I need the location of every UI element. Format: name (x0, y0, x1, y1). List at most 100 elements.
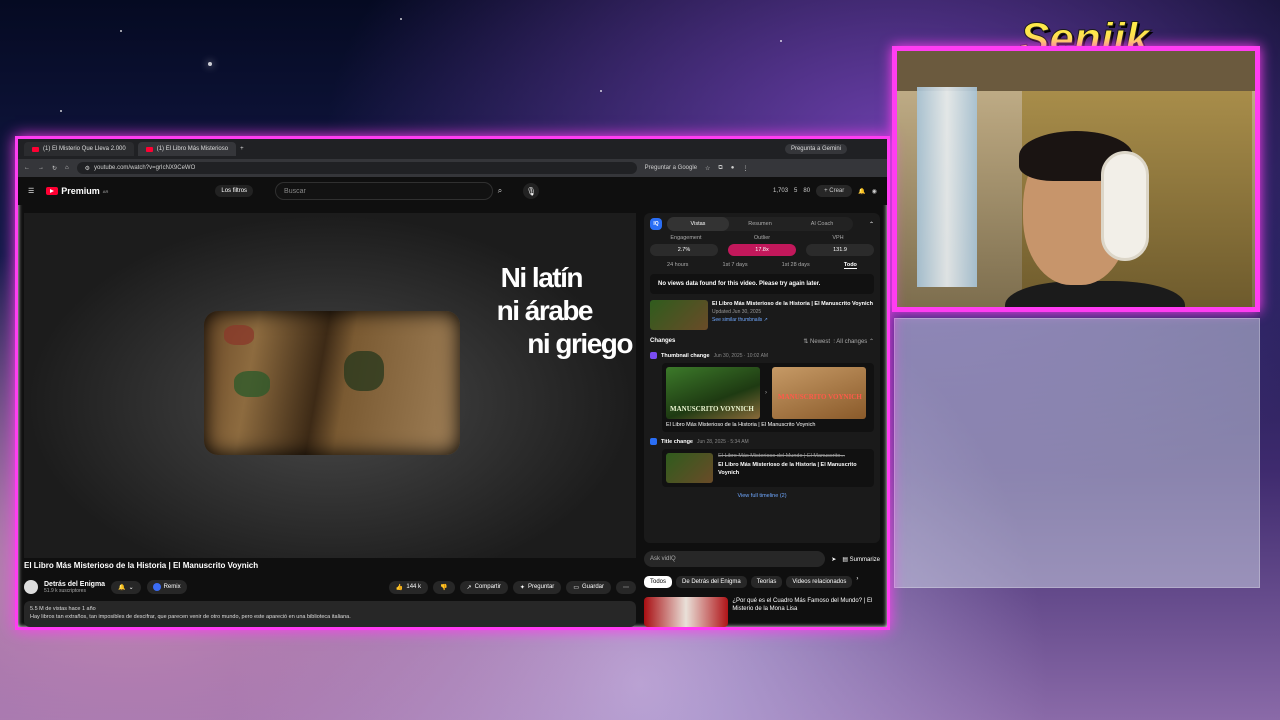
metric-outlier: 17.8x (728, 244, 796, 256)
video-title: El Libro Más Misterioso de la Historia |… (24, 561, 259, 570)
old-thumbnail[interactable]: MANUSCRITO VOYNICH (666, 367, 760, 419)
channel-row: Detrás del Enigma 51.9 k suscriptores 🔔 ⌄… (24, 577, 636, 597)
description-box[interactable]: 5.5 M de vistas hace 1 año Hay libros ta… (24, 601, 636, 627)
microphone-icon[interactable]: 🎙 (523, 183, 540, 199)
filter-dropdown[interactable]: All changes (836, 339, 867, 345)
browser-tab-active[interactable]: (1) El Libro Más Misterioso (137, 142, 237, 156)
youtube-logo[interactable]: Premium AR (46, 186, 108, 196)
remix-button[interactable]: Remix (146, 580, 187, 594)
dislike-button[interactable]: 👎 (433, 580, 455, 594)
recommended-title[interactable]: ¿Por qué es el Cuadro Más Famoso del Mun… (732, 597, 880, 627)
create-button[interactable]: + Crear (816, 185, 853, 197)
reload-icon[interactable]: ↻ (52, 165, 57, 172)
menu-icon[interactable]: ⋮ (742, 165, 748, 172)
tab-title: (1) El Misterio Que Lleva 2.000 (43, 146, 126, 152)
video-player[interactable]: Ni latín ni árabe ni griego (24, 213, 636, 558)
metric-label: VPH (832, 235, 844, 241)
tab-title: (1) El Libro Más Misterioso (156, 146, 229, 152)
browser-tab[interactable]: (1) El Misterio Que Lleva 2.000 (24, 142, 134, 156)
empty-overlay-panel (894, 318, 1260, 588)
account-avatar[interactable]: ◉ (872, 188, 877, 195)
tab-resumen[interactable]: Resumen (729, 217, 791, 231)
new-thumbnail[interactable]: MANUSCRITO VOYNICH (772, 367, 866, 419)
chip-todos[interactable]: Todos (644, 576, 673, 588)
recommended-thumbnail[interactable] (644, 597, 729, 627)
view-timeline-link[interactable]: View full timeline (2) (650, 493, 874, 499)
forward-icon[interactable]: → (38, 165, 44, 171)
send-icon[interactable]: ➤ (831, 556, 836, 563)
metric-label: Engagement (670, 235, 702, 241)
remix-label: Remix (163, 584, 181, 590)
search-input[interactable]: Buscar (275, 182, 494, 200)
shirt (1005, 281, 1185, 307)
summarize-button[interactable]: ▤ Summarize (842, 556, 880, 563)
logo-country: AR (102, 188, 109, 194)
back-icon[interactable]: ← (24, 165, 30, 171)
profile-icon[interactable]: ● (731, 165, 735, 171)
tab-ai-coach[interactable]: AI Coach (791, 217, 853, 231)
overlay-line: ni griego (527, 328, 633, 359)
save-button[interactable]: ▭ Guardar (566, 580, 611, 594)
tab-vistas[interactable]: Vistas (667, 217, 729, 231)
sort-dropdown[interactable]: ⇅ Newest (803, 339, 830, 345)
url-field[interactable]: ⚙ youtube.com/watch?v=grIcNX9CeWO (76, 162, 637, 174)
filters-chip[interactable]: Los filtros (215, 185, 254, 197)
collapse-icon[interactable]: ⌃ (869, 339, 874, 345)
summary-title: El Libro Más Misterioso de la Historia |… (712, 301, 873, 307)
star (120, 30, 122, 32)
thumbs-down-icon: 👎 (440, 584, 448, 591)
extensions-icon[interactable]: ⧉ (718, 165, 722, 172)
period-option-selected[interactable]: Todo (843, 262, 857, 269)
filter-chips: Todos De Detrás del Enigma Teorías Video… (644, 576, 880, 588)
hamburger-menu-icon[interactable]: ☰ (28, 187, 34, 195)
period-option[interactable]: 24 hours (667, 262, 688, 269)
title-change: Title change Jun 28, 2025 · 5:34 AM El Li… (650, 438, 874, 487)
subscribe-bell-button[interactable]: 🔔 ⌄ (111, 580, 141, 594)
bookmark-icon[interactable]: ☆ (705, 165, 710, 172)
youtube-header: ☰ Premium AR Los filtros Buscar ⌕ 🎙 1,703… (18, 177, 887, 205)
stat-score: 80 (803, 188, 811, 194)
tab-bar: (1) El Misterio Que Lleva 2.000 (1) El L… (18, 139, 887, 159)
collapse-icon[interactable]: ⌃ (869, 221, 874, 228)
headset (1101, 151, 1149, 261)
new-title: El Libro Más Misterioso de la Historia |… (718, 462, 857, 476)
ask-button[interactable]: ✦ Preguntar (512, 580, 562, 594)
old-title: El Libro Más Misterioso del Mundo | El M… (718, 453, 845, 459)
channel-info: Detrás del Enigma 51.9 k suscriptores (44, 581, 105, 594)
new-tab-icon[interactable]: + (240, 146, 244, 152)
webcam-frame (892, 46, 1260, 312)
video-overlay-text: Ni latín ni árabe ni griego (497, 261, 634, 360)
flag (917, 87, 977, 287)
period-option[interactable]: 1st 28 days (782, 262, 810, 269)
similar-thumbnails-link[interactable]: See similar thumbnails ↗ (712, 316, 873, 324)
share-button[interactable]: ↗ Compartir (459, 580, 508, 594)
channel-name[interactable]: Detrás del Enigma (44, 581, 105, 588)
thumbnail-change: Thumbnail change Jun 30, 2025 · 10:02 AM … (650, 352, 874, 432)
chip-teorias[interactable]: Teorías (750, 576, 783, 588)
change-date: Jun 30, 2025 · 10:02 AM (713, 352, 769, 359)
more-actions-button[interactable]: ⋯ (616, 580, 636, 594)
channel-avatar[interactable] (24, 580, 38, 594)
like-button[interactable]: 👍 144 k (388, 580, 429, 594)
summarize-label: Summarize (849, 556, 880, 563)
save-icon: ▭ (573, 584, 579, 591)
updated-date: Updated Jun 30, 2025 (712, 309, 762, 315)
recommended-video[interactable]: ¿Por qué es el Cuadro Más Famoso del Mun… (644, 597, 880, 627)
share-icon: ↗ (466, 584, 472, 591)
chip-channel[interactable]: De Detrás del Enigma (676, 576, 747, 588)
ask-google-button[interactable]: Preguntar a Google (645, 165, 697, 171)
youtube-play-icon (46, 187, 59, 195)
chevron-down-icon: ⌄ (128, 584, 134, 591)
home-icon[interactable]: ⌂ (65, 165, 69, 171)
search-icon[interactable]: ⌕ (489, 182, 511, 200)
sparkle-icon: ✦ (519, 584, 525, 591)
notifications-icon[interactable]: 🔔 (858, 188, 865, 195)
chip-related[interactable]: Videos relacionados (786, 576, 853, 588)
chevron-right-icon[interactable]: › (856, 576, 858, 588)
gemini-chip[interactable]: Pregunta a Gemini (784, 144, 847, 154)
change-date: Jun 28, 2025 · 5:34 AM (697, 438, 749, 445)
period-option[interactable]: 1st 7 days (723, 262, 748, 269)
star (400, 18, 402, 20)
header-stats: 1,703 5 80 + Crear 🔔 ◉ (773, 185, 877, 197)
ask-vidiq-input[interactable]: Ask vidIQ (644, 551, 826, 567)
